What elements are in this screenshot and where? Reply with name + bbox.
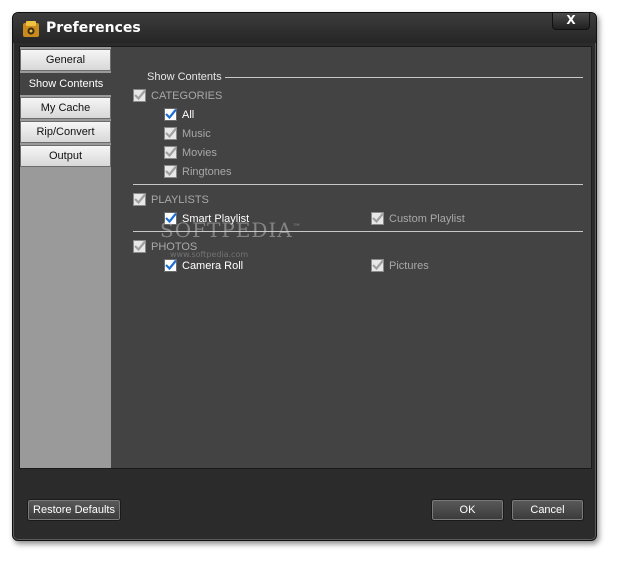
category-ringtones-row[interactable]: Ringtones (164, 165, 232, 178)
section-title: Show Contents (147, 71, 222, 83)
category-all-row[interactable]: All (164, 108, 194, 121)
watermark-text: SOFTPEDIA (160, 218, 293, 242)
sidebar-item-output[interactable]: Output (20, 145, 111, 167)
sidebar-item-general[interactable]: General (20, 49, 111, 71)
title-bar[interactable]: Preferences X (13, 13, 596, 43)
pictures-label: Pictures (389, 259, 429, 272)
category-movies-label: Movies (182, 146, 217, 159)
custom-playlist-checkbox[interactable] (371, 212, 384, 225)
sidebar: General Show Contents My Cache Rip/Conve… (20, 47, 112, 468)
playlists-row[interactable]: PLAYLISTS (133, 193, 209, 206)
camera-roll-label: Camera Roll (182, 259, 244, 272)
category-ringtones-checkbox[interactable] (164, 165, 177, 178)
category-music-label: Music (182, 127, 211, 140)
categories-row[interactable]: CATEGORIES (133, 89, 222, 102)
pictures-row[interactable]: Pictures (371, 259, 429, 272)
softpedia-watermark: SOFTPEDIA™ (160, 218, 302, 242)
restore-defaults-button[interactable]: Restore Defaults (27, 499, 121, 521)
category-movies-row[interactable]: Movies (164, 146, 217, 159)
sidebar-item-show-contents[interactable]: Show Contents (20, 73, 112, 95)
app-icon (23, 21, 39, 37)
categories-divider (133, 184, 583, 185)
categories-label: CATEGORIES (151, 89, 223, 102)
category-music-row[interactable]: Music (164, 127, 211, 140)
camera-roll-checkbox[interactable] (164, 259, 177, 272)
close-button[interactable]: X (552, 13, 590, 30)
category-ringtones-label: Ringtones (182, 165, 232, 178)
playlists-label: PLAYLISTS (151, 193, 209, 206)
camera-roll-row[interactable]: Camera Roll (164, 259, 243, 272)
category-all-checkbox[interactable] (164, 108, 177, 121)
playlists-checkbox[interactable] (133, 193, 146, 206)
watermark-tm: ™ (292, 222, 302, 232)
section-divider (225, 77, 583, 78)
softpedia-watermark-url: www.softpedia.com (170, 250, 249, 259)
category-all-label: All (182, 108, 195, 121)
sidebar-item-rip-convert[interactable]: Rip/Convert (20, 121, 111, 143)
cancel-button[interactable]: Cancel (511, 499, 584, 521)
custom-playlist-label: Custom Playlist (389, 212, 465, 225)
photos-checkbox[interactable] (133, 240, 146, 253)
window-title: Preferences (46, 20, 141, 36)
content-area: General Show Contents My Cache Rip/Conve… (19, 46, 592, 469)
category-music-checkbox[interactable] (164, 127, 177, 140)
categories-checkbox[interactable] (133, 89, 146, 102)
sidebar-item-my-cache[interactable]: My Cache (20, 97, 111, 119)
preferences-window: Preferences X General Show Contents My C… (12, 12, 597, 541)
custom-playlist-row[interactable]: Custom Playlist (371, 212, 465, 225)
pictures-checkbox[interactable] (371, 259, 384, 272)
ok-button[interactable]: OK (431, 499, 504, 521)
category-movies-checkbox[interactable] (164, 146, 177, 159)
